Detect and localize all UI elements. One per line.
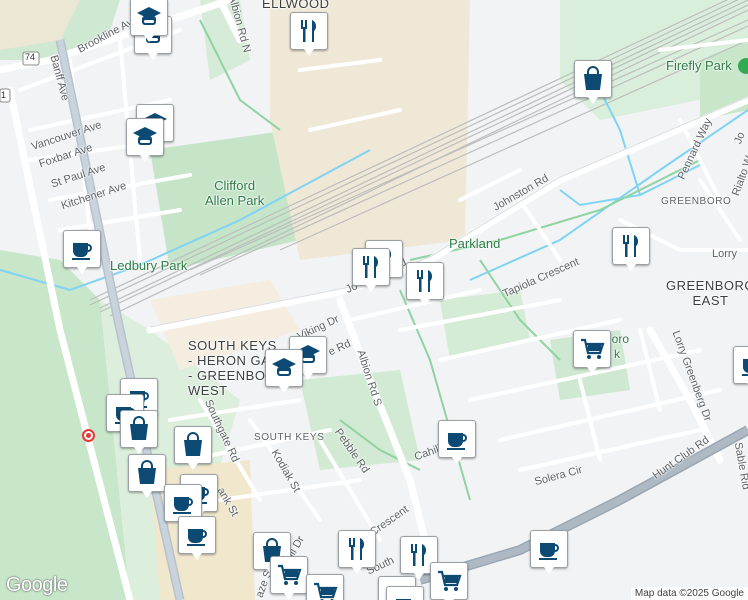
grocery-cart-icon[interactable] bbox=[573, 330, 611, 374]
cafe-icon[interactable] bbox=[386, 586, 424, 600]
grocery-cart-icon[interactable] bbox=[270, 556, 308, 600]
ellwood-label: ELLWOOD bbox=[262, 0, 330, 11]
south-keys-small-label: SOUTH KEYS bbox=[254, 432, 325, 443]
greenboro-label: GREENBORO bbox=[661, 196, 732, 207]
map-base-layer bbox=[0, 0, 748, 600]
restaurant-icon[interactable] bbox=[406, 262, 444, 306]
route-74-shield: 74 bbox=[25, 52, 36, 62]
cafe-icon[interactable] bbox=[63, 230, 101, 274]
poi-marker-icon[interactable] bbox=[82, 429, 95, 442]
restaurant-icon[interactable] bbox=[338, 530, 376, 574]
clifford-allen-park-label: Clifford Allen Park bbox=[205, 178, 265, 208]
ledbury-park-label: Ledbury Park bbox=[110, 258, 188, 273]
street-lorry: Lorry bbox=[712, 248, 738, 260]
map-attribution: Map data ©2025 Google bbox=[630, 587, 748, 600]
cafe-icon[interactable] bbox=[438, 420, 476, 464]
parkland-label: Parkland bbox=[449, 236, 501, 251]
grocery-cart-icon[interactable] bbox=[430, 562, 468, 600]
school-icon[interactable] bbox=[265, 349, 303, 393]
school-icon[interactable] bbox=[130, 0, 168, 42]
south-keys-label: SOUTH KEYS - HERON GA - GREENBO WEST bbox=[188, 338, 277, 398]
restaurant-icon[interactable] bbox=[352, 248, 390, 292]
school-icon[interactable] bbox=[126, 118, 164, 162]
shopping-bag-icon[interactable] bbox=[128, 454, 166, 498]
shopping-bag-icon[interactable] bbox=[174, 426, 212, 470]
greenboro-east-label: GREENBORO EAST bbox=[666, 278, 748, 308]
cafe-icon[interactable] bbox=[733, 346, 748, 390]
restaurant-icon[interactable] bbox=[612, 227, 650, 271]
route-shield: 1 bbox=[1, 90, 7, 100]
map-canvas[interactable]: 74 1 Firefly Park Clifford Allen Park Le… bbox=[0, 0, 748, 600]
shopping-bag-icon[interactable] bbox=[574, 60, 612, 104]
shopping-bag-icon[interactable] bbox=[120, 410, 158, 454]
restaurant-icon[interactable] bbox=[290, 12, 328, 56]
grocery-cart-icon[interactable] bbox=[306, 574, 344, 600]
park-marker-icon[interactable] bbox=[738, 58, 748, 74]
cafe-icon[interactable] bbox=[178, 516, 216, 560]
cafe-icon[interactable] bbox=[530, 530, 568, 574]
google-logo: Google bbox=[6, 574, 68, 596]
firefly-park-label: Firefly Park bbox=[666, 58, 732, 73]
